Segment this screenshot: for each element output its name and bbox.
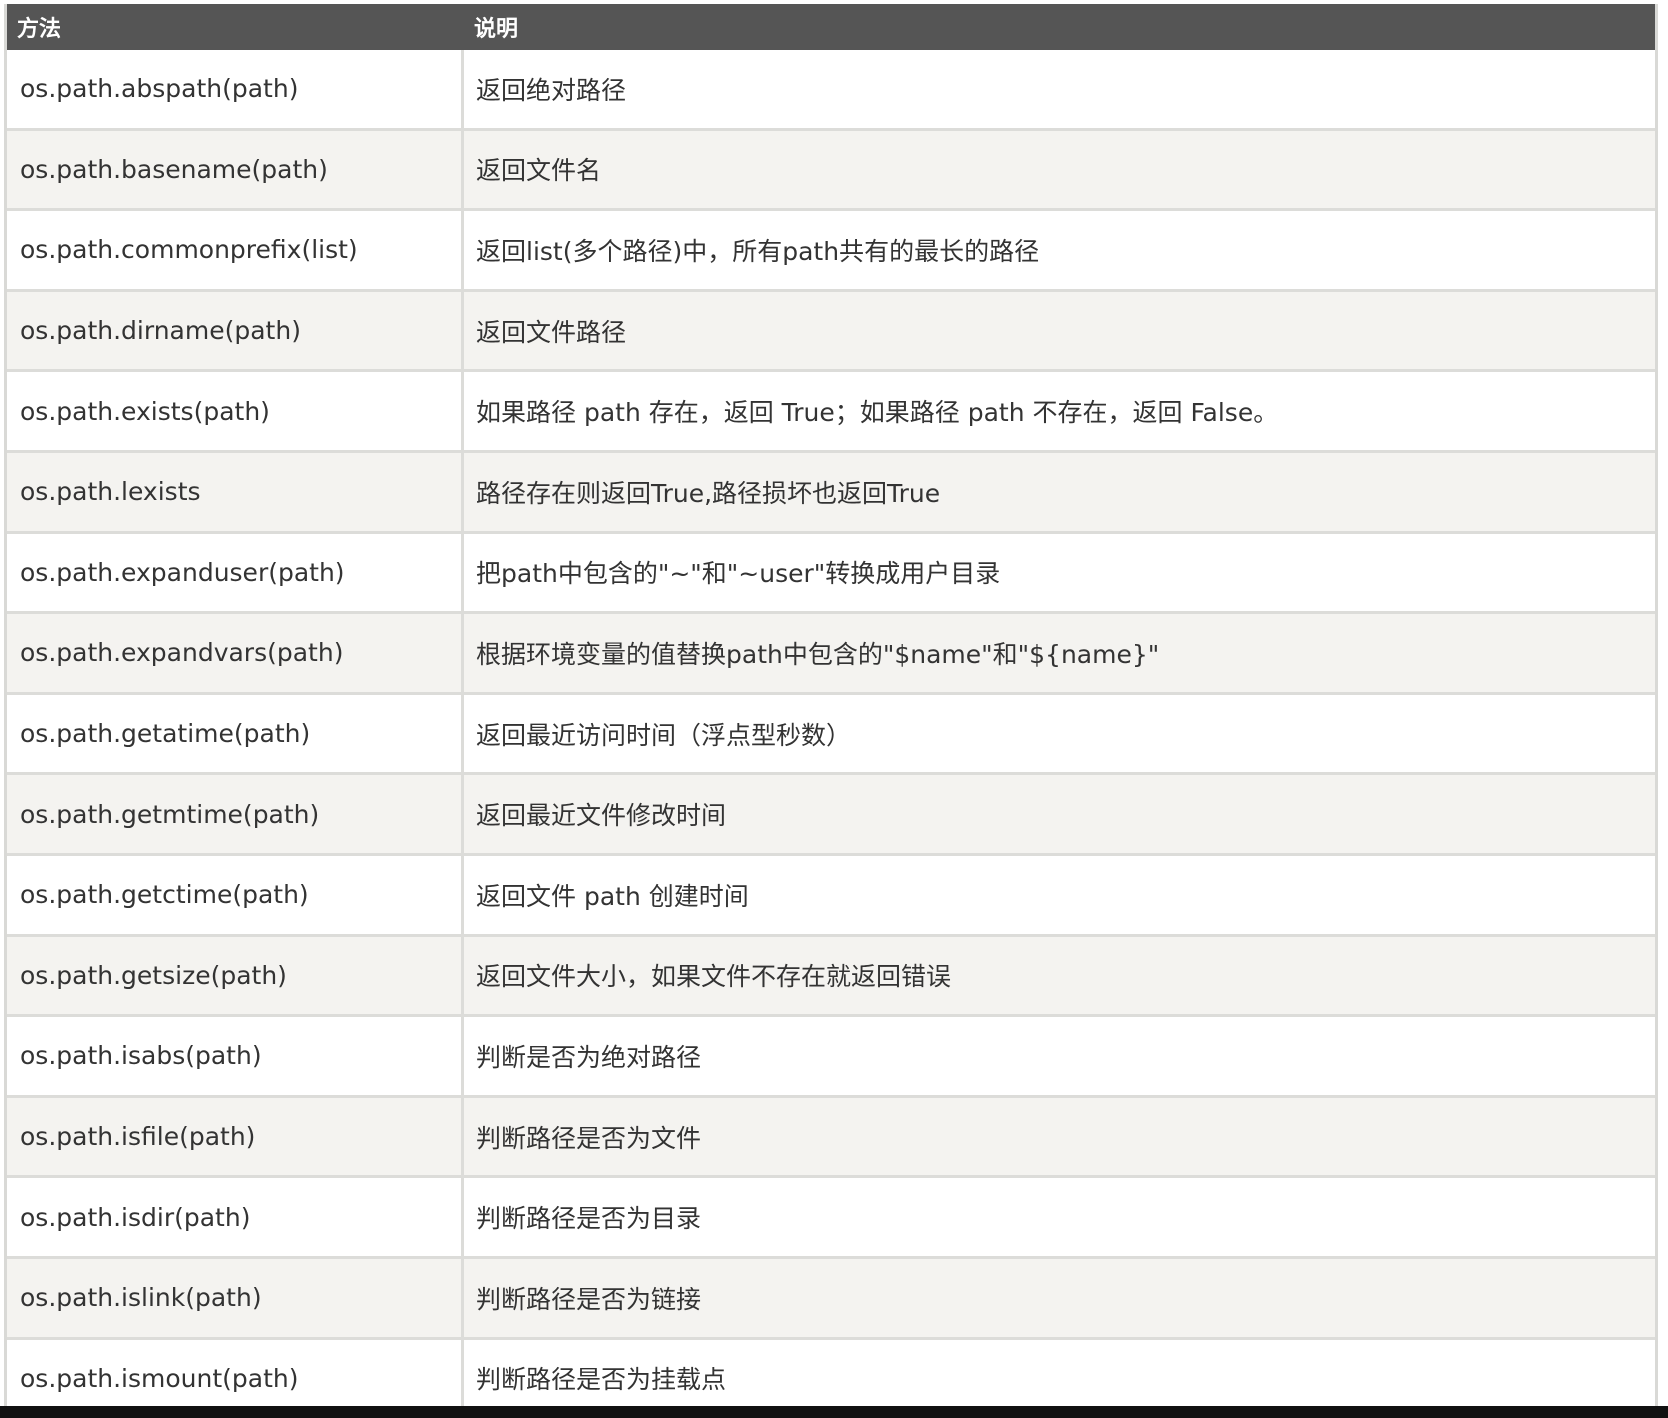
table-row: os.path.isabs(path) 判断是否为绝对路径	[7, 1017, 1655, 1098]
description-cell: 如果路径 path 存在，返回 True；如果路径 path 不存在，返回 Fa…	[476, 398, 1279, 428]
table-row: os.path.expandvars(path) 根据环境变量的值替换path中包…	[7, 614, 1655, 695]
description-cell: 把path中包含的"~"和"~user"转换成用户目录	[476, 559, 1001, 589]
bottom-edge-bar	[0, 1406, 1668, 1418]
description-cell: 判断是否为绝对路径	[476, 1042, 702, 1072]
method-cell: os.path.expandvars(path)	[7, 614, 464, 692]
method-cell: os.path.dirname(path)	[7, 291, 464, 370]
table-row: os.path.dirname(path) 返回文件路径	[7, 291, 1655, 373]
table-row: os.path.getmtime(path) 返回最近文件修改时间	[7, 775, 1655, 856]
header-method: 方法	[17, 17, 62, 42]
table-row: os.path.commonprefix(list) 返回list(多个路径)中，…	[7, 211, 1655, 292]
table-row: os.path.lexists 路径存在则返回True,路径损坏也返回True	[7, 452, 1655, 534]
method-cell: os.path.basename(path)	[7, 130, 464, 209]
method-cell: os.path.exists(path)	[7, 372, 464, 450]
table-row: os.path.islink(path) 判断路径是否为链接	[7, 1258, 1655, 1340]
method-cell: os.path.lexists	[7, 452, 464, 531]
description-cell: 返回最近文件修改时间	[476, 801, 727, 831]
method-cell: os.path.getsize(path)	[7, 936, 464, 1015]
description-cell: 判断路径是否为链接	[476, 1284, 702, 1314]
description-cell: 返回最近访问时间（浮点型秒数）	[476, 720, 852, 750]
description-cell: 返回文件路径	[476, 317, 627, 347]
description-cell: 判断路径是否为目录	[476, 1204, 702, 1234]
table-row: os.path.getctime(path) 返回文件 path 创建时间	[7, 855, 1655, 937]
header-description: 说明	[474, 17, 519, 42]
method-cell: os.path.getctime(path)	[7, 855, 464, 934]
table-row: os.path.expanduser(path) 把path中包含的"~"和"~u…	[7, 533, 1655, 615]
method-cell: os.path.abspath(path)	[7, 50, 464, 128]
table-body: os.path.abspath(path) 返回绝对路径 os.path.basen…	[7, 50, 1655, 1418]
table-row: os.path.getatime(path) 返回最近访问时间（浮点型秒数）	[7, 694, 1655, 776]
description-cell: 返回文件名	[476, 156, 602, 186]
table-row: os.path.isfile(path) 判断路径是否为文件	[7, 1097, 1655, 1179]
method-cell: os.path.expanduser(path)	[7, 533, 464, 612]
method-cell: os.path.getatime(path)	[7, 694, 464, 773]
table-row: os.path.basename(path) 返回文件名	[7, 130, 1655, 212]
table-row: os.path.exists(path) 如果路径 path 存在，返回 True…	[7, 372, 1655, 453]
method-cell: os.path.getmtime(path)	[7, 775, 464, 853]
os-path-methods-table: 方法 说明 os.path.abspath(path) 返回绝对路径 os.path…	[4, 4, 1658, 1418]
method-cell: os.path.isabs(path)	[7, 1017, 464, 1095]
table-row: os.path.getsize(path) 返回文件大小，如果文件不存在就返回错误	[7, 936, 1655, 1018]
table-header: 方法 说明	[7, 4, 1655, 50]
description-cell: 返回文件 path 创建时间	[476, 881, 749, 911]
method-cell: os.path.commonprefix(list)	[7, 211, 464, 289]
method-cell: os.path.isdir(path)	[7, 1178, 464, 1256]
description-cell: 判断路径是否为文件	[476, 1123, 702, 1153]
table-row: os.path.abspath(path) 返回绝对路径	[7, 50, 1655, 131]
description-cell: 根据环境变量的值替换path中包含的"$name"和"${name}"	[476, 639, 1160, 669]
method-cell: os.path.islink(path)	[7, 1258, 464, 1337]
description-cell: 返回绝对路径	[476, 75, 627, 105]
description-cell: 返回文件大小，如果文件不存在就返回错误	[476, 962, 952, 992]
page: 方法 说明 os.path.abspath(path) 返回绝对路径 os.path…	[0, 0, 1668, 1418]
description-cell: 返回list(多个路径)中，所有path共有的最长的路径	[476, 236, 1040, 266]
table-row: os.path.isdir(path) 判断路径是否为目录	[7, 1178, 1655, 1259]
method-cell: os.path.isfile(path)	[7, 1097, 464, 1176]
description-cell: 路径存在则返回True,路径损坏也返回True	[476, 478, 941, 508]
